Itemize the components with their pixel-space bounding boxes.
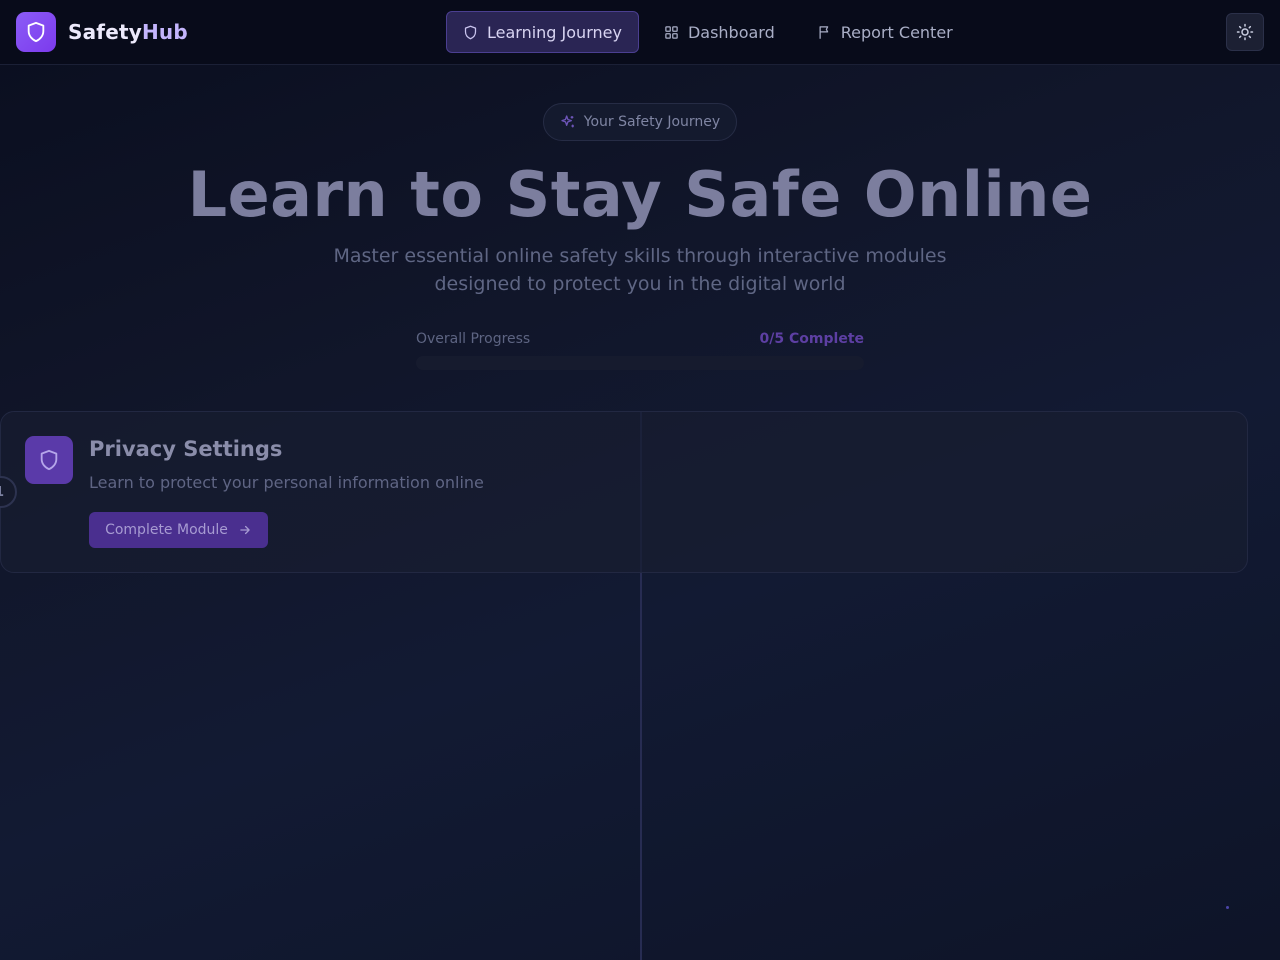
arrow-right-icon [240,525,250,535]
main-nav: Learning Journey Dashboard Report Center [446,11,978,53]
button-label: Complete Module [105,522,228,538]
nav-label: Dashboard [687,22,775,42]
module-description: Learn to protect your personal informati… [89,473,484,492]
theme-toggle-button[interactable] [1226,13,1264,51]
badge-label: Your Safety Journey [583,114,721,130]
grid-icon [665,25,678,39]
nav-label: Learning Journey [487,22,622,42]
app-header: SafetyHub Learning Journey Dashboard Rep… [0,0,1280,65]
progress-bar [416,356,864,370]
module-card-privacy-settings [0,411,1248,573]
progress-label: Overall Progress [416,331,531,347]
nav-learning-journey[interactable]: Learning Journey [446,11,639,53]
nav-dashboard[interactable]: Dashboard [647,11,792,53]
brand[interactable]: SafetyHub [16,12,188,52]
nav-label: Report Center [840,22,953,42]
page-subtitle: Master essential online safety skills th… [333,245,947,295]
shield-icon [25,436,73,484]
journey-badge: Your Safety Journey [543,103,737,141]
sun-icon [1236,23,1254,41]
complete-module-button[interactable]: Complete Module [89,512,268,548]
nav-report-center[interactable]: Report Center [800,11,970,53]
brand-name: SafetyHub [68,20,188,44]
flag-icon [819,25,829,39]
progress-count: 0/5 Complete [759,331,864,347]
shield-icon [16,12,56,52]
decorative-dot [1226,906,1229,909]
sparkles-icon [561,115,574,128]
module-title: Privacy Settings [89,437,283,461]
page-title: Learn to Stay Safe Online [187,158,1093,231]
shield-icon [464,25,477,39]
